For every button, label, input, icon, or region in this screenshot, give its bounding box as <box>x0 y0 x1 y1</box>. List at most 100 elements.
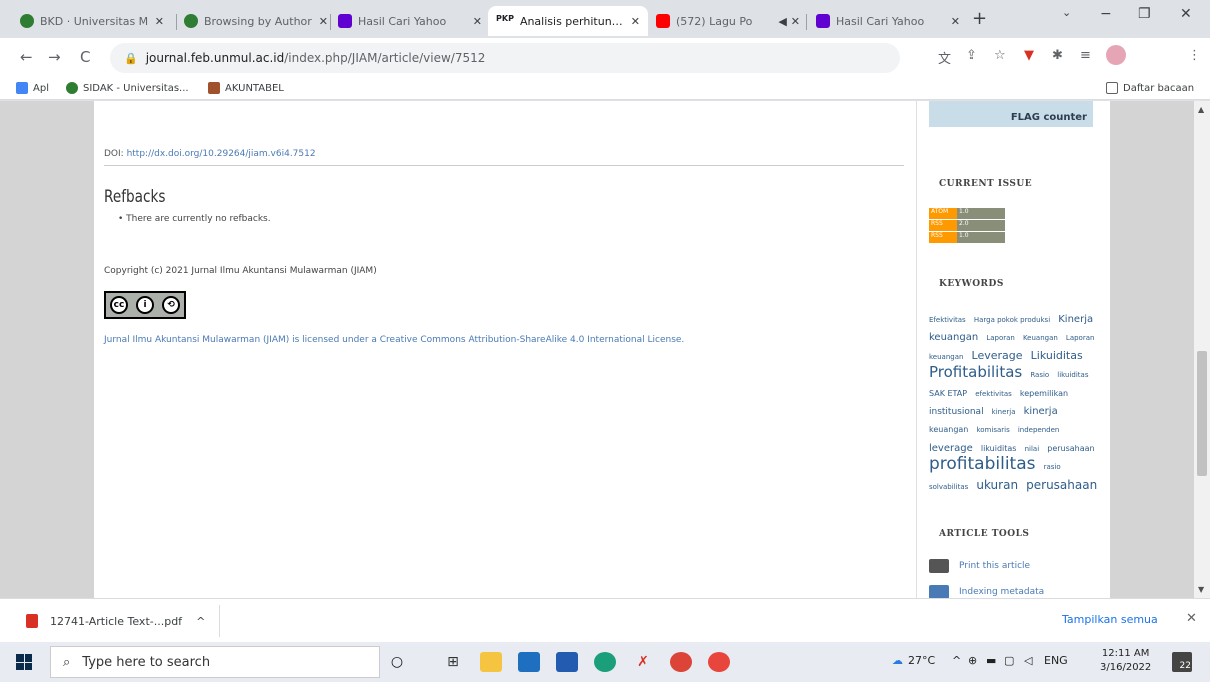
keyword-link[interactable]: institusional <box>929 407 984 417</box>
keyword-link[interactable]: likuiditas <box>1057 371 1088 379</box>
new-tab-button[interactable]: + <box>972 8 987 29</box>
minimize-button[interactable]: − <box>1100 6 1112 22</box>
keyword-link[interactable]: independen <box>1018 426 1060 434</box>
keyword-link[interactable]: likuiditas <box>981 444 1017 453</box>
bookmark-akuntabel[interactable]: AKUNTABEL <box>208 82 284 94</box>
bookmark-star-icon[interactable]: ☆ <box>994 48 1006 63</box>
scrollbar-thumb[interactable] <box>1197 351 1207 476</box>
keyword-link[interactable]: profitabilitas <box>929 454 1036 474</box>
cc-by-sa-badge[interactable]: cc i ⟲ <box>104 291 186 319</box>
keyword-link[interactable]: solvabilitas <box>929 483 968 491</box>
vertical-scrollbar[interactable]: ▲ ▼ <box>1194 101 1210 598</box>
download-filename: 12741-Article Text-...pdf <box>50 614 183 628</box>
tab-yahoo-2[interactable]: Hasil Cari Yahoo ✕ <box>808 6 968 36</box>
download-chevron-icon[interactable]: ^ <box>196 615 205 628</box>
keyword-link[interactable]: perusahaan <box>1047 444 1094 453</box>
notification-center-icon[interactable]: 22 <box>1172 652 1192 672</box>
tab-yahoo-1[interactable]: Hasil Cari Yahoo ✕ <box>330 6 490 36</box>
keyword-link[interactable]: Laporan <box>986 334 1015 342</box>
reload-button[interactable]: C <box>80 48 90 66</box>
indexing-metadata-link[interactable]: Indexing metadata <box>929 585 1044 598</box>
tab-close-icon[interactable]: ✕ <box>155 15 164 28</box>
reading-list-button[interactable]: Daftar bacaan <box>1106 82 1194 94</box>
share-icon[interactable]: ⇪ <box>966 48 977 63</box>
tab-search-icon[interactable]: ⌄ <box>1062 6 1071 19</box>
lock-icon[interactable]: 🔒 <box>124 52 138 65</box>
cortana-icon[interactable]: ○ <box>386 652 408 672</box>
volume-icon[interactable]: ◁ <box>1024 654 1032 667</box>
profile-avatar[interactable] <box>1106 45 1126 65</box>
task-view-icon[interactable]: ⊞ <box>442 652 464 672</box>
show-all-downloads-link[interactable]: Tampilkan semua <box>1062 613 1158 626</box>
tab-close-icon[interactable]: ✕ <box>951 15 960 28</box>
rss2-feed-badge[interactable]: RSS 2.0 <box>929 220 1005 231</box>
keyword-link[interactable]: kinerja <box>992 408 1016 416</box>
keyword-link[interactable]: keuangan <box>929 425 968 434</box>
edge-icon[interactable] <box>594 652 616 672</box>
keyword-link[interactable]: rasio <box>1044 463 1061 471</box>
mail-icon[interactable] <box>518 652 540 672</box>
close-window-button[interactable]: ✕ <box>1180 6 1192 22</box>
windows-start-icon[interactable] <box>16 654 32 670</box>
language-indicator[interactable]: ENG <box>1044 654 1068 667</box>
tab-close-icon[interactable]: ✕ <box>319 15 328 28</box>
keyword-link[interactable]: kinerja <box>1024 406 1058 417</box>
bookmark-apps[interactable]: Apl <box>16 82 49 94</box>
keyword-link[interactable]: Efektivitas <box>929 316 966 324</box>
store-icon[interactable] <box>556 652 578 672</box>
extensions-puzzle-icon[interactable]: ✱ <box>1052 48 1063 63</box>
tab-youtube[interactable]: (572) Lagu Po ◀ ✕ <box>648 6 808 36</box>
tab-close-icon[interactable]: ✕ <box>473 15 482 28</box>
translate-icon[interactable]: 文 <box>938 48 951 67</box>
app-icon[interactable] <box>708 652 730 672</box>
reading-list-icon[interactable]: ≡ <box>1080 48 1091 63</box>
network-icon[interactable]: ⊕ <box>968 654 977 667</box>
close-downloads-button[interactable]: ✕ <box>1186 611 1197 626</box>
display-icon[interactable]: ▢ <box>1004 654 1014 667</box>
tray-chevron-icon[interactable]: ^ <box>952 654 961 667</box>
keyword-link[interactable]: nilai <box>1025 445 1040 453</box>
file-explorer-icon[interactable] <box>480 652 502 672</box>
back-button[interactable]: ← <box>20 48 33 66</box>
keyword-link[interactable]: leverage <box>929 443 973 454</box>
keyword-link[interactable]: Harga pokok produksi <box>974 316 1050 324</box>
scroll-down-icon[interactable]: ▼ <box>1198 585 1204 594</box>
doi-link[interactable]: http://dx.doi.org/10.29264/jiam.v6i4.751… <box>127 149 316 159</box>
flag-counter-widget[interactable]: FLAG counter <box>929 101 1093 127</box>
tab-close-icon[interactable]: ✕ <box>631 15 640 28</box>
weather-temp[interactable]: 27°C <box>908 654 935 667</box>
tab-close-icon[interactable]: ✕ <box>791 15 800 28</box>
atom-feed-badge[interactable]: ATOM 1.0 <box>929 208 1005 219</box>
tab-browsing-author[interactable]: Browsing by Author ✕ <box>176 6 336 36</box>
battery-icon[interactable]: ▬ <box>986 654 996 667</box>
pdf-reader-icon[interactable]: ✗ <box>632 652 654 672</box>
menu-kebab-icon[interactable]: ⋮ <box>1188 48 1201 63</box>
print-article-link[interactable]: Print this article <box>929 559 1030 573</box>
keyword-link[interactable]: efektivitas <box>975 390 1012 398</box>
keyword-link[interactable]: Keuangan <box>1023 334 1058 342</box>
forward-button[interactable]: → <box>48 48 61 66</box>
bookmark-sidak[interactable]: SIDAK - Universitas... <box>66 82 189 94</box>
keyword-link[interactable]: perusahaan <box>1026 478 1097 492</box>
keyword-link[interactable]: Profitabilitas <box>929 363 1022 381</box>
address-bar[interactable]: 🔒 journal.feb.unmul.ac.id /index.php/JIA… <box>110 43 900 73</box>
chrome-icon[interactable] <box>670 652 692 672</box>
tab-bkd[interactable]: BKD · Universitas M ✕ <box>12 6 172 36</box>
extension-icon[interactable]: ▼ <box>1024 48 1034 63</box>
license-link[interactable]: Jurnal Ilmu Akuntansi Mulawarman (JIAM) … <box>104 335 684 345</box>
weather-icon[interactable]: ☁ <box>892 654 903 667</box>
keyword-link[interactable]: komisaris <box>976 426 1009 434</box>
maximize-button[interactable]: ❐ <box>1138 6 1151 22</box>
keyword-link[interactable]: Leverage <box>972 349 1023 362</box>
tab-analisis-active[interactable]: PKP Analisis perhitungan ✕ <box>488 6 648 36</box>
keyword-link[interactable]: ukuran <box>976 478 1018 492</box>
taskbar-search-box[interactable]: ⌕ Type here to search <box>50 646 380 678</box>
keyword-link[interactable]: kepemilikan <box>1020 389 1068 398</box>
keyword-link[interactable]: Likuiditas <box>1031 349 1083 362</box>
download-item[interactable]: 12741-Article Text-...pdf ^ <box>12 605 220 637</box>
keyword-link[interactable]: SAK ETAP <box>929 389 967 398</box>
scroll-up-icon[interactable]: ▲ <box>1198 105 1204 114</box>
rss1-feed-badge[interactable]: RSS 1.0 <box>929 232 1005 243</box>
taskbar-clock[interactable]: 12:11 AM 3/16/2022 <box>1100 647 1151 675</box>
keyword-link[interactable]: Rasio <box>1030 371 1049 379</box>
